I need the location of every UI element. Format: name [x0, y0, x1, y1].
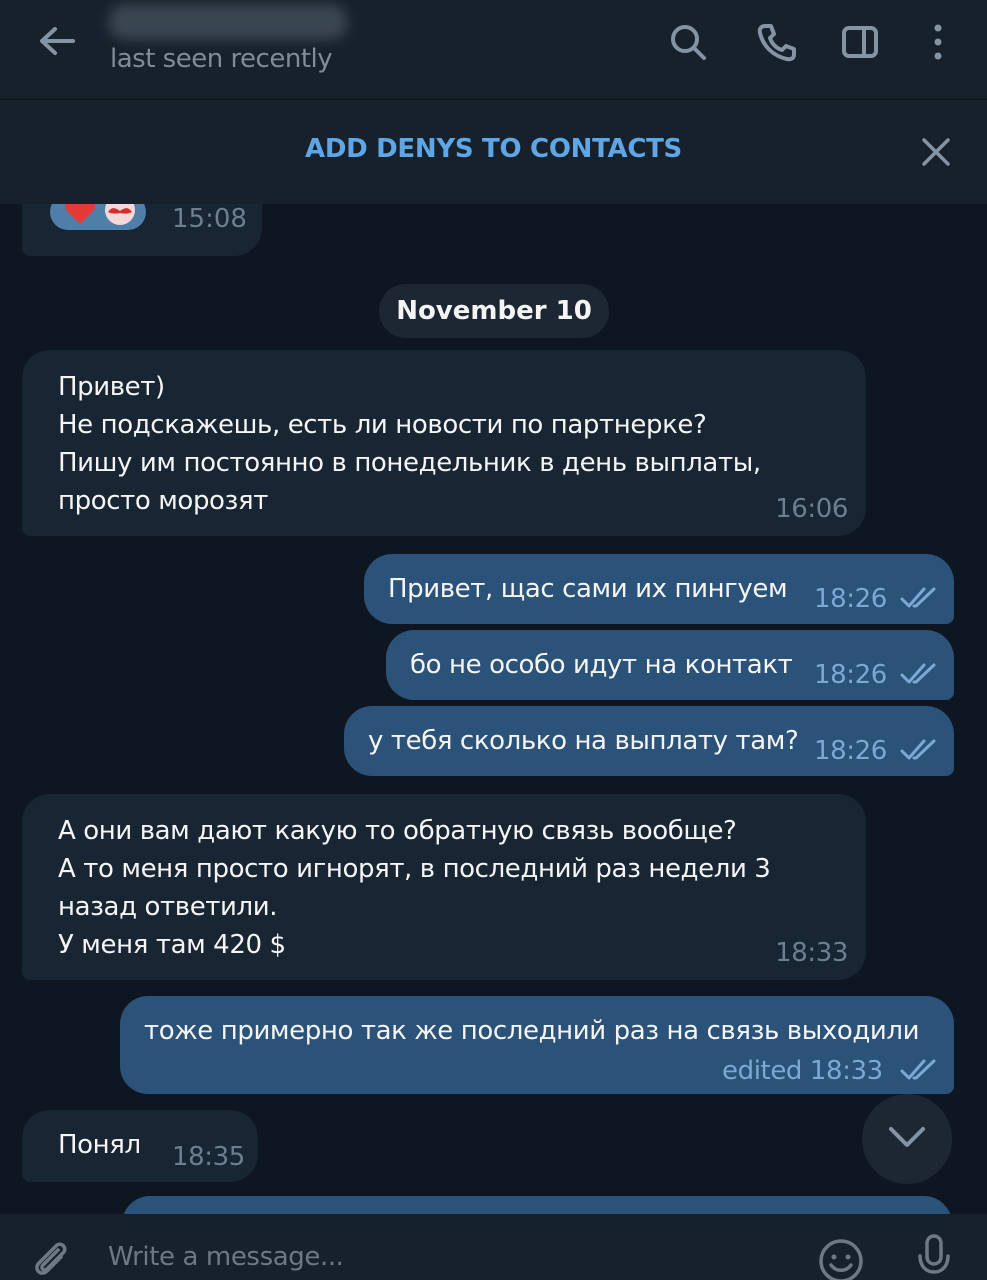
more-vertical-icon[interactable]: [910, 14, 966, 70]
message-text: у тебя сколько на выплату там?: [368, 726, 799, 756]
message-time: 18:35: [172, 1142, 245, 1172]
add-to-contacts-button[interactable]: ADD DENYS TO CONTACTS: [0, 134, 987, 164]
scroll-to-bottom-button[interactable]: [862, 1094, 952, 1184]
contact-name-blurred[interactable]: [108, 4, 348, 40]
double-check-icon: [900, 1056, 940, 1094]
emoji-icon[interactable]: [816, 1236, 866, 1280]
message-incoming[interactable]: А они вам дают какую то обратную связь в…: [22, 794, 866, 980]
reactions-pill[interactable]: [50, 204, 146, 230]
message-input[interactable]: Write a message...: [108, 1242, 344, 1272]
double-check-icon: [900, 660, 940, 698]
last-seen-status: last seen recently: [110, 44, 333, 74]
reaction-message: 15:08: [22, 204, 262, 256]
search-icon[interactable]: [660, 14, 716, 70]
message-time: 18:26: [814, 736, 887, 766]
message-incoming[interactable]: Понял 18:35: [22, 1110, 258, 1182]
chevron-down-icon: [885, 1123, 929, 1155]
microphone-icon[interactable]: [914, 1232, 954, 1280]
chat-header: last seen recently: [0, 0, 987, 100]
message-outgoing[interactable]: Привет, щас сами их пингуем 18:26: [364, 554, 954, 624]
double-check-icon: [900, 584, 940, 622]
message-outgoing-partial[interactable]: [122, 1196, 952, 1214]
message-time: 18:26: [814, 660, 887, 690]
message-time: 15:08: [172, 204, 247, 234]
add-contact-bar: ADD DENYS TO CONTACTS: [0, 100, 987, 204]
back-arrow-icon[interactable]: [30, 18, 84, 64]
message-time: 16:06: [775, 494, 848, 524]
message-time: edited 18:33: [722, 1056, 883, 1086]
message-text: Привет, щас сами их пингуем: [388, 574, 788, 604]
message-list[interactable]: 15:08 November 10 Привет) Не подскажешь,…: [0, 204, 987, 1214]
message-text: Понял: [58, 1130, 141, 1160]
message-outgoing[interactable]: бо не особо идут на контакт 18:26: [386, 630, 954, 700]
phone-icon[interactable]: [748, 14, 804, 70]
message-text: тоже примерно так же последний раз на св…: [144, 1016, 920, 1046]
date-separator: November 10: [379, 284, 609, 338]
close-icon[interactable]: [914, 130, 958, 174]
message-incoming[interactable]: Привет) Не подскажешь, есть ли новости п…: [22, 350, 866, 536]
sidebar-toggle-icon[interactable]: [832, 14, 888, 70]
paperclip-icon[interactable]: [28, 1236, 72, 1280]
message-composer: Write a message...: [0, 1214, 987, 1280]
message-text: А они вам дают какую то обратную связь в…: [58, 816, 771, 960]
message-text: бо не особо идут на контакт: [410, 650, 793, 680]
message-time: 18:26: [814, 584, 887, 614]
message-outgoing[interactable]: тоже примерно так же последний раз на св…: [120, 996, 954, 1094]
double-check-icon: [900, 736, 940, 774]
message-text: Привет) Не подскажешь, есть ли новости п…: [58, 372, 761, 516]
message-outgoing[interactable]: у тебя сколько на выплату там? 18:26: [344, 706, 954, 776]
message-time: 18:33: [775, 938, 848, 968]
